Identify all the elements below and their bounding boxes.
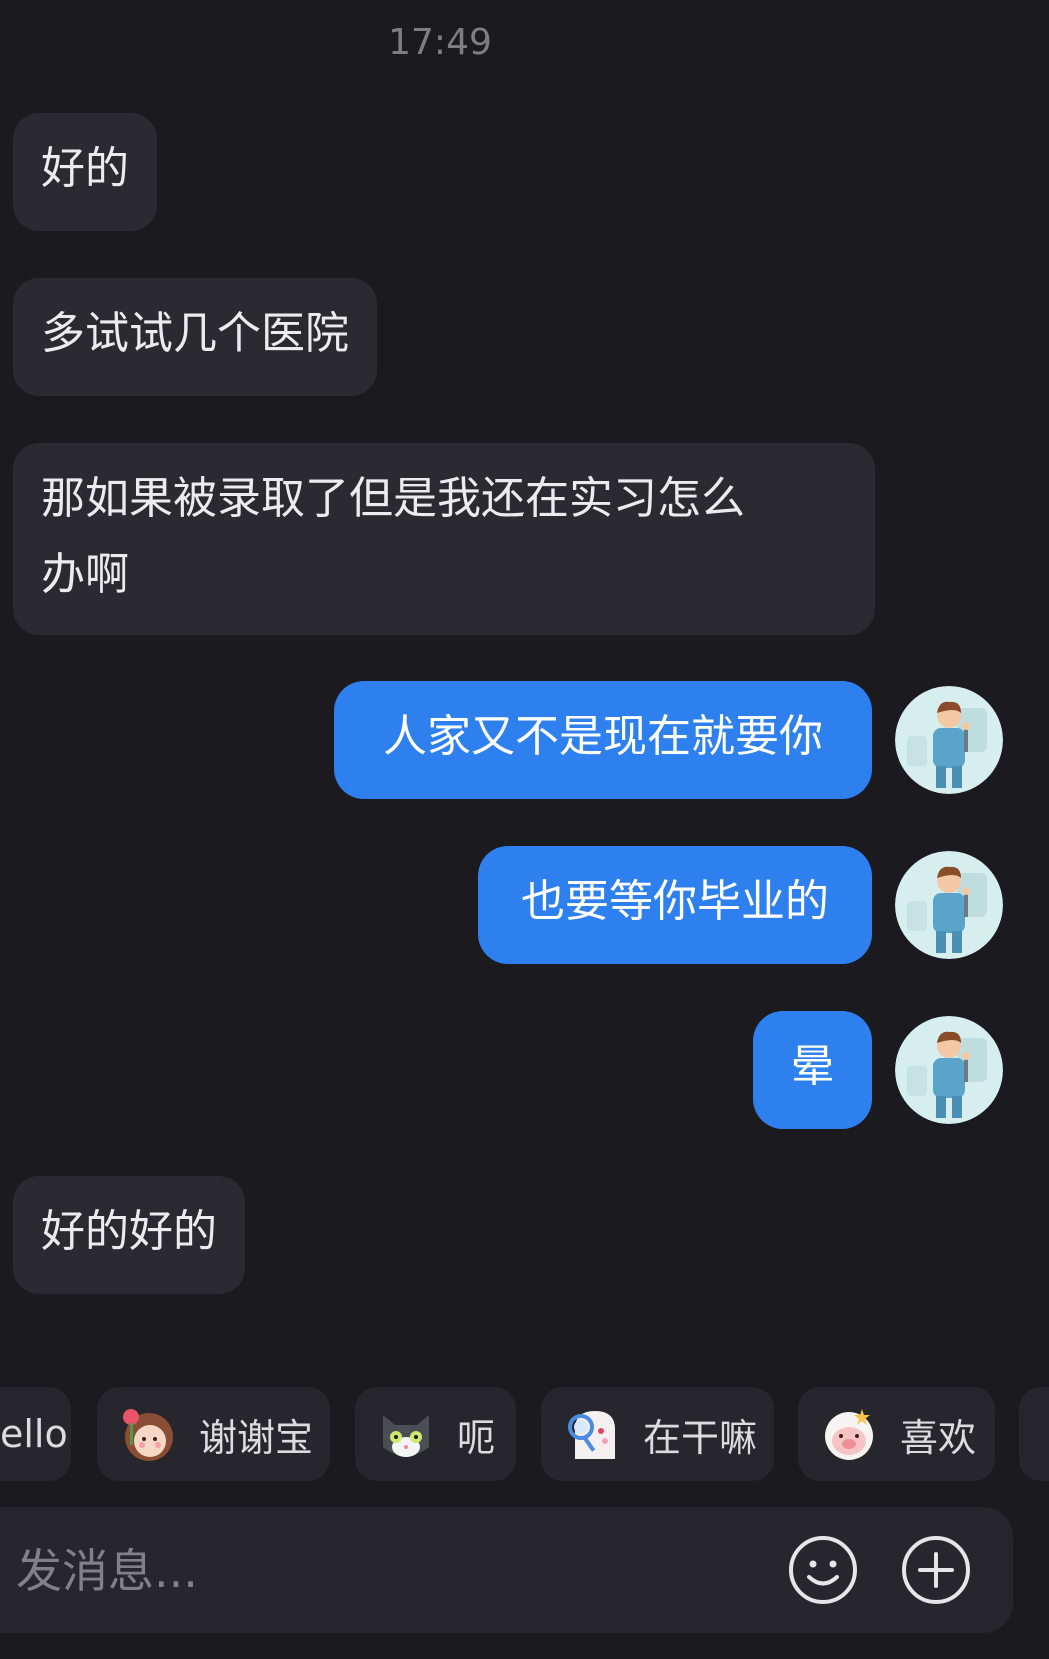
incoming-message-bubble[interactable]: 好的好的	[13, 1176, 245, 1294]
message-composer	[0, 1507, 1013, 1635]
quick-reply-label: 喜欢	[900, 1415, 977, 1460]
outgoing-message-bubble[interactable]: 晕	[753, 1011, 872, 1129]
avatar[interactable]	[895, 851, 1003, 959]
message-text: 多试试几个医院	[41, 308, 349, 359]
incoming-message-bubble[interactable]: 好的	[13, 113, 157, 231]
add-attachment-button[interactable]	[900, 1534, 972, 1606]
message-text-line: 那如果被录取了但是我还在实习怎么	[41, 473, 745, 524]
gray-cat-sticker-icon	[383, 1415, 429, 1457]
message-text: 人家又不是现在就要你	[383, 711, 823, 762]
magnifier-ghost-sticker-icon	[568, 1411, 615, 1459]
quick-reply-row[interactable]: ello 谢谢宝 呃 在干嘛 喜欢	[0, 1387, 1049, 1481]
incoming-message-bubble[interactable]: 多试试几个医院	[13, 278, 377, 396]
emoji-button[interactable]	[787, 1534, 859, 1606]
quick-reply-label: 在干嘛	[643, 1415, 758, 1460]
doctor-avatar-icon	[895, 686, 1003, 794]
plus-circle-icon	[902, 1536, 970, 1604]
message-timestamp: 17:49	[388, 22, 492, 63]
quick-reply-label: 谢谢宝	[199, 1415, 314, 1460]
message-text: 也要等你毕业的	[521, 876, 829, 927]
quick-reply-chip[interactable]: ello	[0, 1387, 71, 1481]
quick-reply-chip[interactable]: 谢谢宝	[97, 1387, 330, 1481]
outgoing-message-bubble[interactable]: 也要等你毕业的	[478, 846, 872, 964]
quick-reply-chip[interactable]: 在干嘛	[541, 1387, 774, 1481]
quick-reply-label: 呃	[457, 1415, 496, 1460]
incoming-message-bubble[interactable]: 那如果被录取了但是我还在实习怎么 办啊	[13, 443, 875, 635]
avatar[interactable]	[895, 1016, 1003, 1124]
avatar[interactable]	[895, 686, 1003, 794]
doctor-avatar-icon	[895, 851, 1003, 959]
girl-flower-sticker-icon	[123, 1409, 173, 1461]
message-text: 晕	[790, 1041, 835, 1092]
quick-reply-label: ello	[0, 1412, 68, 1456]
quick-reply-chip[interactable]	[1019, 1387, 1049, 1481]
message-text: 好的好的	[41, 1206, 217, 1257]
quick-reply-chip[interactable]: 喜欢	[798, 1387, 995, 1481]
message-input[interactable]	[14, 1507, 778, 1635]
pink-pig-sticker-icon	[825, 1409, 873, 1460]
smiley-icon	[789, 1536, 857, 1604]
message-text-line: 办啊	[41, 549, 129, 600]
quick-reply-chip[interactable]: 呃	[355, 1387, 516, 1481]
outgoing-message-bubble[interactable]: 人家又不是现在就要你	[334, 681, 872, 799]
doctor-avatar-icon	[895, 1016, 1003, 1124]
message-text: 好的	[41, 143, 129, 194]
